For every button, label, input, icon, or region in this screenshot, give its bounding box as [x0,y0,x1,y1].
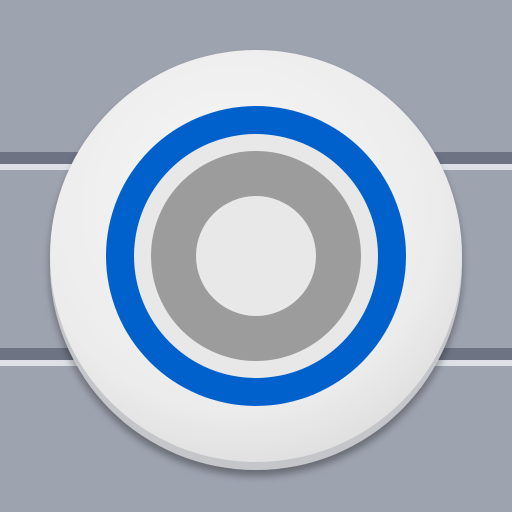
app-icon-canvas [0,0,512,512]
center-dot [196,196,316,316]
target-button-icon [0,0,512,512]
